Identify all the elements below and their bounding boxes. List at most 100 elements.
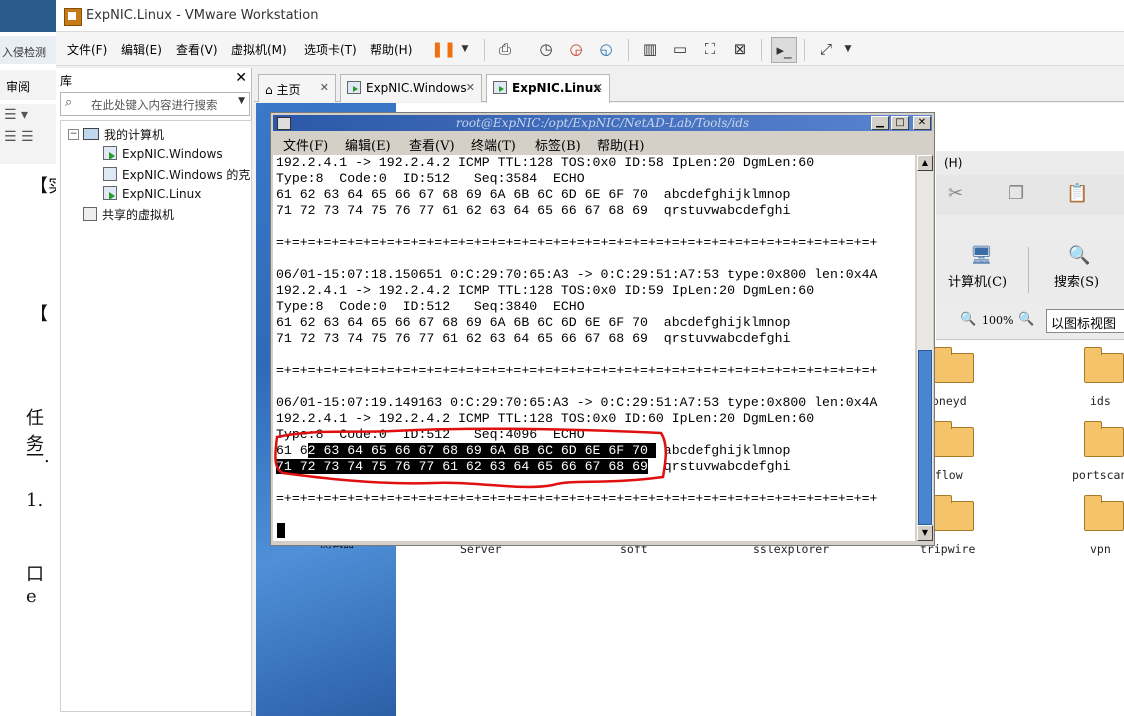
terminal-line: 61 62 63 64 65 66 67 68 69 6A 6B 6C 6D 6…: [276, 315, 791, 330]
review-tab[interactable]: 审阅: [0, 70, 56, 100]
menubar: 文件(F) 编辑(E) 查看(V) 虚拟机(M) 选项卡(T) 帮助(H) ❚❚…: [56, 32, 1124, 66]
terminal-menu-help[interactable]: 帮助(H): [597, 135, 644, 154]
terminal-line: 71 72 73 74 75 76 77 61 62 63 64 65 66 6…: [276, 331, 791, 346]
tree-item-expnic-windows[interactable]: ExpNIC.Windows: [103, 146, 223, 161]
menu-view[interactable]: 查看(V): [176, 41, 218, 58]
background-toolbar-text: 入侵检测: [0, 36, 56, 64]
fm-location-bar: [936, 215, 1124, 239]
computer-button[interactable]: 计算机(C): [948, 271, 1007, 290]
tab-bar: ⌂ 主页 ✕ ExpNIC.Windows ✕ ExpNIC.Linux ✕: [254, 68, 1124, 103]
folder-label: vpn: [1090, 542, 1111, 556]
tree-item-expnic-windows-clone[interactable]: ExpNIC.Windows 的克: [103, 166, 250, 183]
chevron-down-icon[interactable]: ▼: [238, 96, 245, 106]
fullscreen-icon[interactable]: ⛶: [698, 37, 722, 61]
console-view-icon[interactable]: ▸_: [771, 37, 797, 63]
folder-icon[interactable]: [1084, 495, 1124, 531]
folder-icon[interactable]: [934, 347, 974, 383]
red-annotation-circle: [274, 427, 667, 489]
cut-icon[interactable]: ✂: [948, 183, 963, 204]
send-keys-icon[interactable]: ⎙: [493, 37, 517, 61]
terminal-output[interactable]: 192.2.4.1 -> 192.2.4.2 ICMP TTL:128 TOS:…: [273, 155, 915, 541]
toolbar-separator: [628, 39, 629, 61]
terminal-menu-view[interactable]: 查看(V): [409, 135, 455, 154]
terminal-line: 71 72 73 74 75 76 77 61 62 63 64 65 66 6…: [276, 203, 791, 218]
folder-icon[interactable]: [934, 495, 974, 531]
terminal-line: Type:8 Code:0 ID:512 Seq:3584 ECHO: [276, 171, 585, 186]
folder-icon[interactable]: [1084, 421, 1124, 457]
terminal-line: 61 62 63 64 65 66 67 68 69 6A 6B 6C 6D 6…: [276, 187, 791, 202]
computer-icon: [83, 128, 99, 140]
toolbar-separator: [1028, 247, 1029, 293]
paragraph-tools[interactable]: ☰ ▾ ☰ ☰: [0, 104, 56, 164]
tree-item-my-computer[interactable]: 我的计算机: [83, 126, 164, 143]
tree-item-shared-vms[interactable]: 共享的虚拟机: [83, 206, 174, 223]
library-search-input[interactable]: ⌕ 在此处键入内容进行搜索 ▼: [60, 92, 250, 116]
close-icon[interactable]: ✕: [235, 70, 247, 86]
unity-icon[interactable]: ⊠: [728, 37, 752, 61]
collapse-icon[interactable]: −: [68, 129, 79, 140]
terminal-cursor: [277, 523, 285, 538]
terminal-line: 06/01-15:07:18.150651 0:C:29:70:65:A3 ->…: [276, 267, 878, 282]
terminal-separator-line: =+=+=+=+=+=+=+=+=+=+=+=+=+=+=+=+=+=+=+=+…: [276, 363, 878, 378]
close-icon[interactable]: ✕: [466, 81, 475, 94]
show-library-icon[interactable]: ▥: [638, 37, 662, 61]
copy-icon[interactable]: ❐: [1008, 183, 1024, 204]
terminal-menu-file[interactable]: 文件(F): [283, 135, 328, 154]
paste-icon[interactable]: 📋: [1066, 183, 1088, 204]
search-button[interactable]: 搜索(S): [1054, 271, 1099, 290]
zoom-in-icon[interactable]: 🔍: [1018, 312, 1034, 327]
scroll-down-icon[interactable]: ▼: [917, 525, 933, 541]
terminal-titlebar[interactable]: root@ExpNIC:/opt/ExpNIC/NetAD-Lab/Tools/…: [273, 115, 932, 131]
revert-snapshot-icon[interactable]: ◶: [564, 37, 588, 61]
terminal-menu-tabs[interactable]: 标签(B): [535, 135, 581, 154]
snapshot-icon[interactable]: ◷: [534, 37, 558, 61]
minimize-icon[interactable]: ▁: [871, 116, 889, 130]
menu-help[interactable]: 帮助(H): [370, 41, 412, 58]
fm-menubar: (H): [936, 151, 1124, 176]
stretch-dropdown-icon[interactable]: ▼: [836, 37, 860, 61]
menu-vm[interactable]: 虚拟机(M): [231, 41, 287, 58]
menu-file[interactable]: 文件(F): [67, 41, 107, 58]
maximize-icon[interactable]: □: [891, 116, 909, 130]
tab-expnic-linux[interactable]: ExpNIC.Linux ✕: [486, 74, 610, 103]
stretch-guest-icon[interactable]: ⤢: [814, 37, 838, 61]
menu-edit[interactable]: 编辑(E): [121, 41, 162, 58]
terminal-title: root@ExpNIC:/opt/ExpNIC/NetAD-Lab/Tools/…: [455, 116, 750, 130]
terminal-menu-edit[interactable]: 编辑(E): [345, 135, 391, 154]
view-mode-select[interactable]: 以图标视图: [1046, 309, 1124, 333]
search-icon: 🔍: [1068, 245, 1091, 266]
terminal-menu-terminal[interactable]: 终端(T): [471, 135, 516, 154]
scroll-up-icon[interactable]: ▲: [917, 155, 933, 171]
computer-icon: 🖥: [970, 245, 993, 266]
scrollbar-thumb[interactable]: [918, 350, 932, 525]
fm-places-toolbar: 🖥 计算机(C) 🔍 搜索(S): [936, 239, 1124, 304]
tab-expnic-windows[interactable]: ExpNIC.Windows ✕: [340, 74, 482, 102]
tab-label: 主页: [276, 83, 301, 97]
background-titlebar: [0, 0, 56, 32]
tab-home[interactable]: ⌂ 主页 ✕: [258, 74, 336, 102]
terminal-menubar: 文件(F) 编辑(E) 查看(V) 终端(T) 标签(B) 帮助(H): [273, 133, 932, 155]
toolbar-separator: [761, 39, 762, 61]
thumbnail-bar-icon[interactable]: ▭: [668, 37, 692, 61]
zoom-icon[interactable]: 🔍: [960, 312, 976, 327]
close-icon[interactable]: ✕: [594, 81, 603, 94]
folder-icon[interactable]: [1084, 347, 1124, 383]
window-title: ExpNIC.Linux - VMware Workstation: [86, 8, 319, 23]
folder-icon[interactable]: [934, 421, 974, 457]
terminal-window[interactable]: root@ExpNIC:/opt/ExpNIC/NetAD-Lab/Tools/…: [270, 112, 935, 546]
tree-label: ExpNIC.Windows 的克: [122, 168, 251, 182]
folder-label: oneyd: [932, 394, 967, 408]
terminal-line: 192.2.4.1 -> 192.2.4.2 ICMP TTL:128 TOS:…: [276, 411, 815, 426]
close-icon[interactable]: ✕: [913, 116, 931, 130]
vm-tree: − 我的计算机 ExpNIC.Windows ExpNIC.Windows 的克…: [60, 120, 252, 712]
fm-menu-help[interactable]: (H): [944, 156, 962, 170]
tree-item-expnic-linux[interactable]: ExpNIC.Linux: [103, 186, 201, 201]
terminal-scrollbar[interactable]: ▲ ▼: [917, 155, 933, 541]
snapshot-manager-icon[interactable]: ◵: [594, 37, 618, 61]
tab-label: ExpNIC.Windows: [366, 81, 467, 95]
menu-tabs[interactable]: 选项卡(T): [304, 41, 357, 58]
close-icon[interactable]: ✕: [320, 81, 329, 94]
power-dropdown-icon[interactable]: ▼: [453, 37, 477, 61]
vm-running-icon: [493, 81, 507, 94]
pause-icon[interactable]: ❚❚: [431, 37, 456, 61]
